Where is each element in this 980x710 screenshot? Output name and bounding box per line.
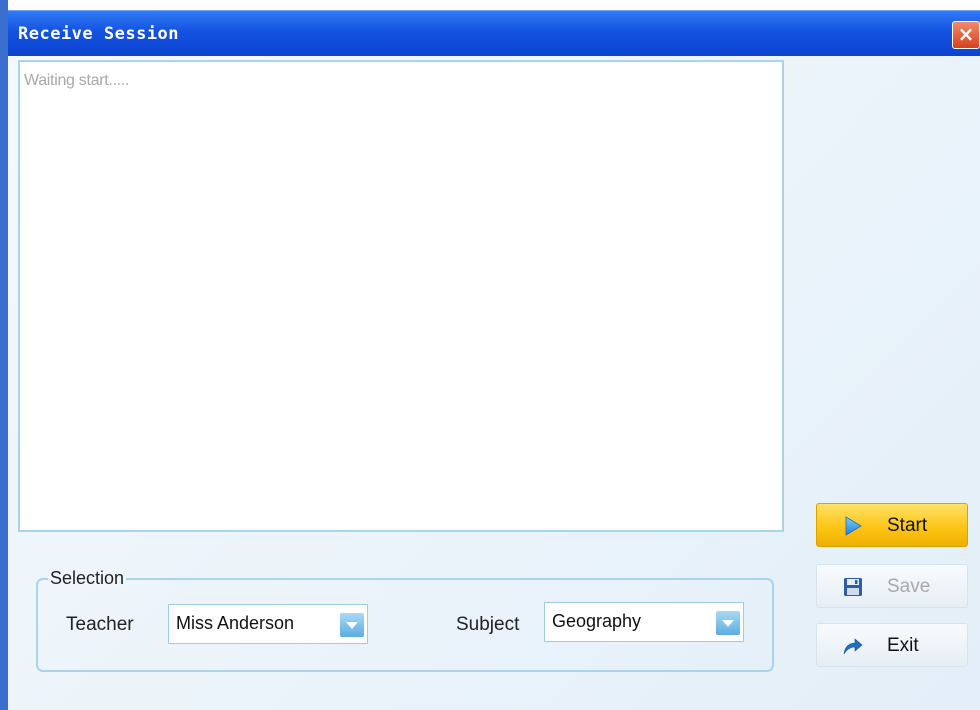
receive-session-window: Receive Session × Waiting start..... Sel… [0,0,980,710]
session-log-textarea[interactable]: Waiting start..... [18,60,784,532]
save-button[interactable]: Save [816,564,968,608]
play-icon [845,516,862,536]
teacher-select[interactable]: Miss Anderson [168,604,368,644]
subject-select-value: Geography [552,611,642,631]
selection-group: Selection Teacher Miss Anderson Subject … [36,568,774,672]
window-client-area: Waiting start..... Selection Teacher Mis… [8,56,980,710]
teacher-label: Teacher [66,614,134,635]
exit-button[interactable]: Exit [816,623,968,667]
exit-button-label: Exit [887,635,919,656]
close-icon: × [957,22,975,46]
log-status-text: Waiting start..... [24,72,130,89]
subject-select[interactable]: Geography [544,602,744,642]
subject-label: Subject [456,614,520,635]
title-bar[interactable]: Receive Session × [8,10,980,56]
selection-legend: Selection [48,568,127,589]
start-button[interactable]: Start [816,503,968,547]
save-button-label: Save [887,576,931,597]
chevron-down-icon[interactable] [716,611,740,635]
close-button[interactable]: × [952,21,980,49]
teacher-select-value: Miss Anderson [176,613,295,633]
window-title: Receive Session [18,24,180,44]
floppy-disk-icon [844,578,862,596]
chevron-down-icon[interactable] [340,613,364,637]
exit-arrow-icon [843,638,863,655]
start-button-label: Start [887,515,928,536]
